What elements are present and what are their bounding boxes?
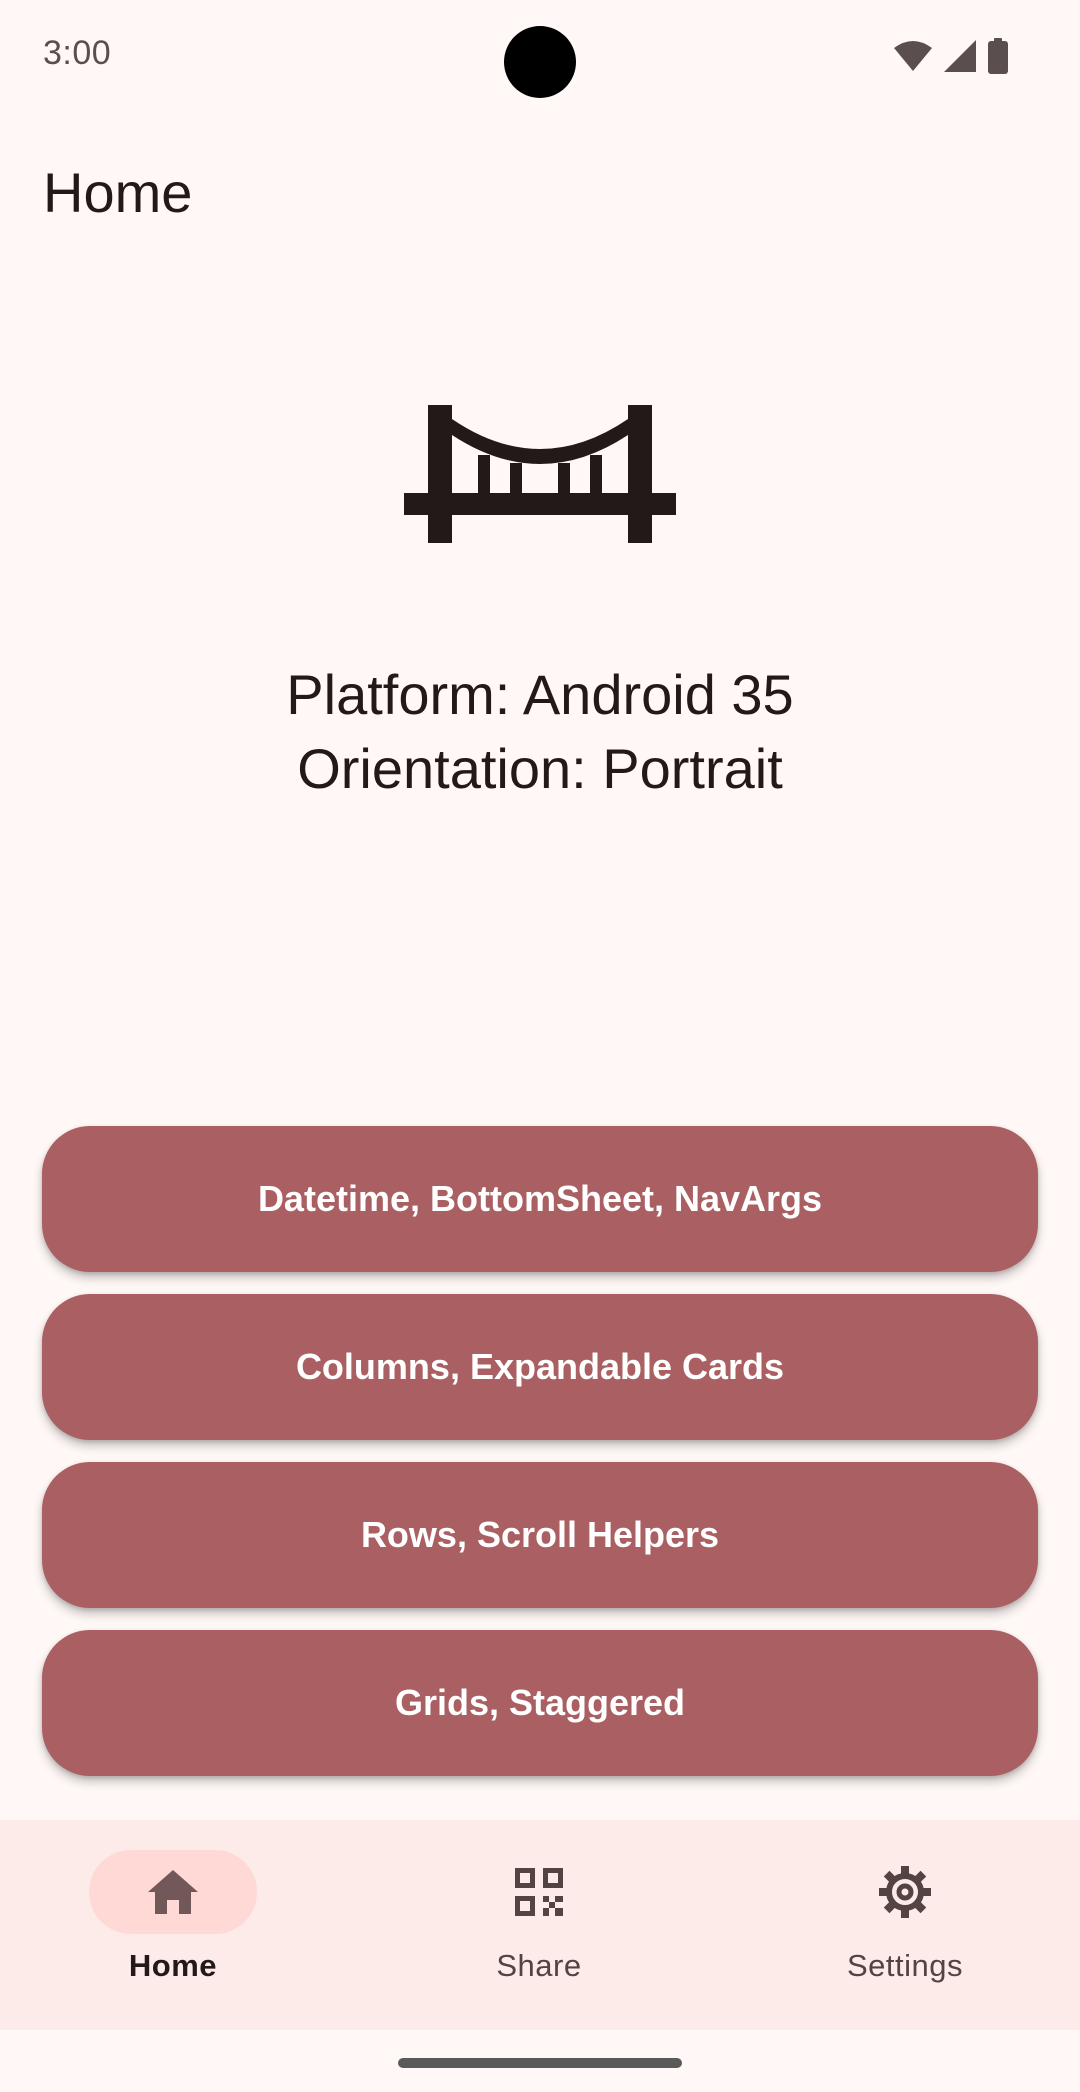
status-time: 3:00 [43,34,112,72]
status-bar: 3:00 [0,0,1080,110]
platform-text: Platform: Android 35 [286,663,794,726]
home-icon [148,1870,198,1914]
orientation-text: Orientation: Portrait [297,737,783,800]
demo-buttons: Datetime, BottomSheet, NavArgs Columns, … [42,1126,1038,1798]
qr-code-icon [515,1868,563,1916]
status-icons [893,36,1009,76]
page-title: Home [43,161,193,224]
nav-label-home: Home [128,1948,218,1983]
bridge-icon [404,405,676,543]
camera-cutout [504,26,576,98]
nav-label-settings: Settings [846,1948,963,1983]
gesture-handle[interactable] [398,2058,682,2068]
nav-active-indicator [89,1850,257,1934]
nav-item-share[interactable]: Share [366,1820,726,2030]
battery-icon [988,38,1008,74]
nav-item-home[interactable]: Home [0,1820,360,2030]
rows-scroll-helpers-button[interactable]: Rows, Scroll Helpers [42,1462,1038,1608]
nav-item-settings[interactable]: Settings [732,1820,1080,2030]
wifi-icon [894,41,932,71]
bottom-navigation: Home Share Settings [0,1820,1080,2030]
grids-staggered-button[interactable]: Grids, Staggered [42,1630,1038,1776]
gear-icon [879,1866,931,1918]
datetime-bottomsheet-navargs-button[interactable]: Datetime, BottomSheet, NavArgs [42,1126,1038,1272]
platform-info: Platform: Android 35 Orientation: Portra… [0,658,1080,806]
cell-signal-icon [944,40,976,72]
columns-expandable-cards-button[interactable]: Columns, Expandable Cards [42,1294,1038,1440]
nav-label-share: Share [496,1948,582,1983]
